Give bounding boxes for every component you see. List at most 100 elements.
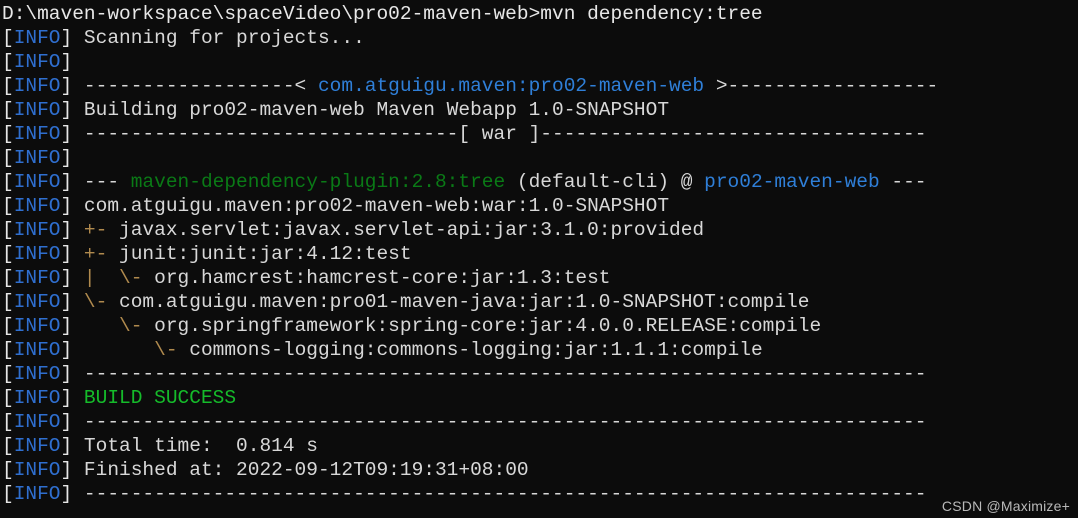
info-close-bracket: ]: [60, 483, 73, 505]
info-open-bracket: [: [2, 411, 14, 433]
log-segment: ------------------<: [72, 75, 318, 97]
info-label: INFO: [13, 483, 61, 505]
info-label: INFO: [13, 339, 61, 361]
prompt-command: mvn dependency:tree: [540, 3, 763, 25]
info-label: INFO: [13, 219, 61, 241]
info-close-bracket: ]: [60, 147, 73, 169]
info-tag: [INFO]: [2, 435, 72, 457]
log-segment: ----------------------------------------…: [72, 411, 927, 433]
info-open-bracket: [: [2, 483, 14, 505]
info-open-bracket: [: [2, 51, 14, 73]
log-line: [INFO]: [2, 146, 1078, 170]
info-label: INFO: [13, 387, 61, 409]
info-label: INFO: [13, 267, 61, 289]
info-label: INFO: [13, 243, 61, 265]
info-close-bracket: ]: [60, 243, 73, 265]
log-line: [INFO] Scanning for projects...: [2, 26, 1078, 50]
info-close-bracket: ]: [60, 459, 73, 481]
info-tag: [INFO]: [2, 363, 72, 385]
info-close-bracket: ]: [60, 99, 73, 121]
info-open-bracket: [: [2, 243, 14, 265]
prompt-path: D:\maven-workspace\spaceVideo\pro02-mave…: [2, 3, 541, 25]
info-label: INFO: [13, 123, 61, 145]
log-line: [INFO] ---------------------------------…: [2, 482, 1078, 506]
info-label: INFO: [13, 75, 61, 97]
log-segment: \-: [72, 315, 143, 337]
info-tag: [INFO]: [2, 171, 72, 193]
info-close-bracket: ]: [60, 27, 73, 49]
log-segment: com.atguigu.maven:pro02-maven-web:war:1.…: [72, 195, 670, 217]
info-tag: [INFO]: [2, 75, 72, 97]
log-line: [INFO] \- com.atguigu.maven:pro01-maven-…: [2, 290, 1078, 314]
log-line: [INFO] --- maven-dependency-plugin:2.8:t…: [2, 170, 1078, 194]
info-label: INFO: [13, 195, 61, 217]
log-line: [INFO] +- javax.servlet:javax.servlet-ap…: [2, 218, 1078, 242]
log-segment: ----------------------------------------…: [72, 483, 927, 505]
log-segment: BUILD SUCCESS: [72, 387, 237, 409]
log-segment: commons-logging:commons-logging:jar:1.1.…: [177, 339, 763, 361]
log-segment: javax.servlet:javax.servlet-api:jar:3.1.…: [107, 219, 705, 241]
info-tag: [INFO]: [2, 387, 72, 409]
log-segment: ---: [72, 171, 131, 193]
info-tag: [INFO]: [2, 459, 72, 481]
info-tag: [INFO]: [2, 195, 72, 217]
info-open-bracket: [: [2, 459, 14, 481]
terminal-output: D:\maven-workspace\spaceVideo\pro02-mave…: [2, 2, 1078, 506]
log-line: [INFO] com.atguigu.maven:pro02-maven-web…: [2, 194, 1078, 218]
info-close-bracket: ]: [60, 339, 73, 361]
terminal-window[interactable]: D:\maven-workspace\spaceVideo\pro02-mave…: [0, 0, 1078, 518]
info-close-bracket: ]: [60, 51, 73, 73]
info-open-bracket: [: [2, 291, 14, 313]
csdn-watermark: CSDN @Maximize+: [941, 498, 1070, 514]
info-tag: [INFO]: [2, 411, 72, 433]
log-segment: com.atguigu.maven:pro02-maven-web: [317, 75, 705, 97]
info-label: INFO: [13, 27, 61, 49]
log-segment: ----------------------------------------…: [72, 363, 927, 385]
info-label: INFO: [13, 459, 61, 481]
info-open-bracket: [: [2, 147, 14, 169]
info-open-bracket: [: [2, 123, 14, 145]
log-line: [INFO] Finished at: 2022-09-12T09:19:31+…: [2, 458, 1078, 482]
info-tag: [INFO]: [2, 219, 72, 241]
log-segment: >------------------: [704, 75, 939, 97]
log-line: [INFO] --------------------------------[…: [2, 122, 1078, 146]
info-tag: [INFO]: [2, 291, 72, 313]
info-tag: [INFO]: [2, 315, 72, 337]
log-segment: \-: [72, 291, 108, 313]
log-line: [INFO]: [2, 50, 1078, 74]
info-tag: [INFO]: [2, 243, 72, 265]
log-segment: Total time: 0.814 s: [72, 435, 318, 457]
info-close-bracket: ]: [60, 267, 73, 289]
info-open-bracket: [: [2, 315, 14, 337]
info-close-bracket: ]: [60, 195, 73, 217]
info-close-bracket: ]: [60, 171, 73, 193]
info-open-bracket: [: [2, 387, 14, 409]
log-line: [INFO] \- org.springframework:spring-cor…: [2, 314, 1078, 338]
info-open-bracket: [: [2, 363, 14, 385]
info-tag: [INFO]: [2, 483, 72, 505]
info-close-bracket: ]: [60, 387, 73, 409]
info-open-bracket: [: [2, 195, 14, 217]
log-line: [INFO] BUILD SUCCESS: [2, 386, 1078, 410]
log-segment: Building pro02-maven-web Maven Webapp 1.…: [72, 99, 670, 121]
log-segment: pro02-maven-web: [704, 171, 880, 193]
info-tag: [INFO]: [2, 99, 72, 121]
log-segment: (default-cli) @: [505, 171, 705, 193]
info-tag: [INFO]: [2, 339, 72, 361]
info-tag: [INFO]: [2, 147, 72, 169]
info-close-bracket: ]: [60, 75, 73, 97]
log-segment: Finished at: 2022-09-12T09:19:31+08:00: [72, 459, 529, 481]
info-close-bracket: ]: [60, 363, 73, 385]
log-line: [INFO] | \- org.hamcrest:hamcrest-core:j…: [2, 266, 1078, 290]
log-segment: junit:junit:jar:4.12:test: [107, 243, 412, 265]
info-label: INFO: [13, 147, 61, 169]
log-line: [INFO] ------------------< com.atguigu.m…: [2, 74, 1078, 98]
info-open-bracket: [: [2, 219, 14, 241]
info-label: INFO: [13, 435, 61, 457]
info-label: INFO: [13, 51, 61, 73]
info-close-bracket: ]: [60, 123, 73, 145]
info-open-bracket: [: [2, 75, 14, 97]
log-segment: ---: [879, 171, 927, 193]
info-tag: [INFO]: [2, 27, 72, 49]
info-close-bracket: ]: [60, 315, 73, 337]
